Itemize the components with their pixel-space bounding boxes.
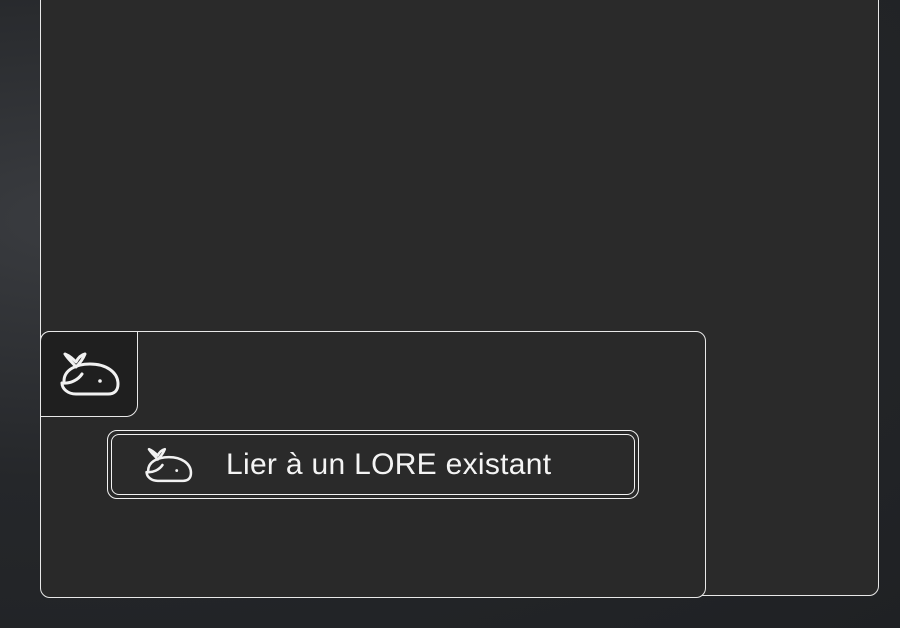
link-existing-lore-label: Lier à un LORE existant	[226, 447, 552, 481]
link-existing-lore-button-frame: Lier à un LORE existant	[111, 434, 635, 495]
whale-icon	[56, 350, 122, 398]
lore-card-icon-tile	[40, 331, 138, 417]
whale-icon	[140, 445, 196, 485]
link-existing-lore-button[interactable]: Lier à un LORE existant	[107, 430, 639, 499]
